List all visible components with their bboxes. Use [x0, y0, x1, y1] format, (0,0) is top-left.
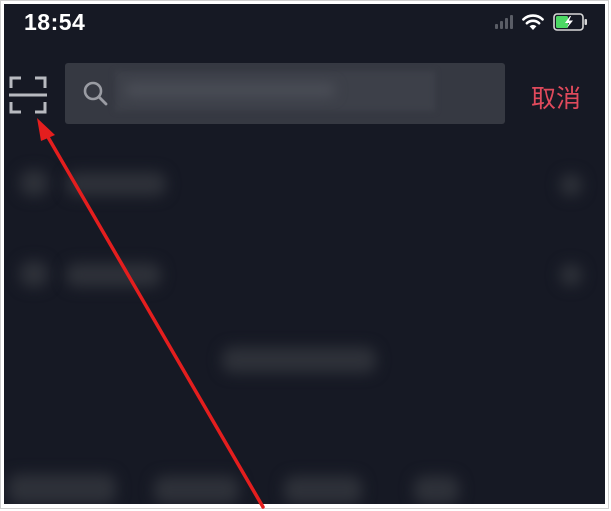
annotation-arrow	[37, 118, 265, 509]
screenshot-frame: 18:54 取消	[0, 0, 609, 509]
